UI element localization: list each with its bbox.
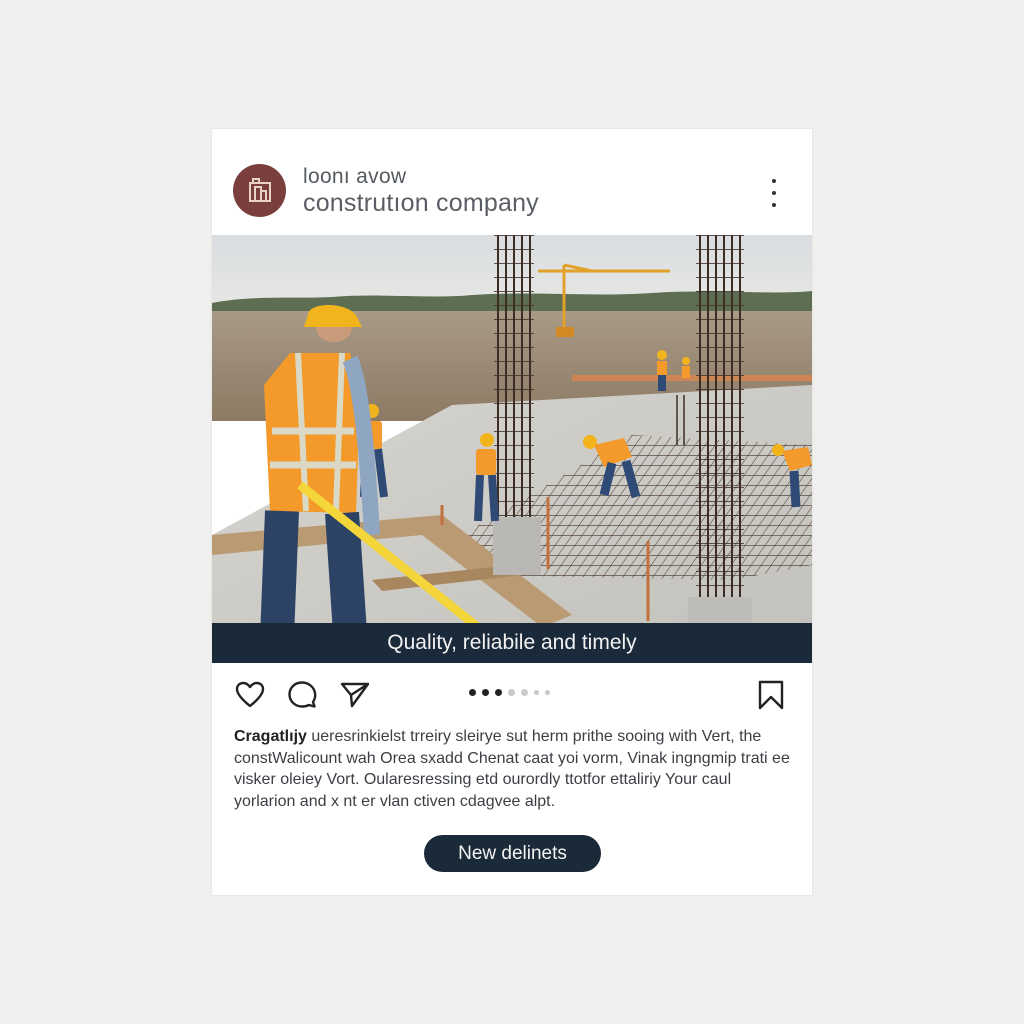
account-name[interactable]: construtıon company [303,189,539,218]
cta-button[interactable]: New delinets [424,835,601,872]
photo-caption: Quality, reliabile and timely [212,623,812,663]
carousel-dot[interactable] [495,689,502,696]
carousel-dot[interactable] [469,689,476,696]
carousel-indicator[interactable] [469,689,550,696]
carousel-dot[interactable] [508,689,515,696]
carousel-dot[interactable] [482,689,489,696]
caption-body: ueresrinkielst trreiry sleirye sut herm … [234,728,790,810]
carousel-dot[interactable] [545,690,550,695]
caption-lead[interactable]: Cragatlıjy [234,728,307,745]
post-actions [212,663,812,725]
company-avatar[interactable] [233,164,286,217]
send-icon[interactable] [339,679,371,711]
construction-site-image [212,235,812,663]
heart-icon[interactable] [234,679,266,711]
comment-icon[interactable] [286,679,318,711]
carousel-dot[interactable] [521,689,528,696]
carousel-dot[interactable] [534,690,539,695]
building-logo-icon [248,177,271,202]
social-post-card: loonı avow construtıon company Quality, … [212,129,812,895]
post-header: loonı avow construtıon company [212,129,812,235]
post-caption-text: Cragatlıjy ueresrinkielst trreiry sleiry… [234,726,794,812]
account-handle[interactable]: loonı avow [303,165,406,189]
more-vertical-icon[interactable] [760,177,788,209]
bookmark-icon[interactable] [755,679,787,711]
post-photo[interactable] [212,235,812,663]
